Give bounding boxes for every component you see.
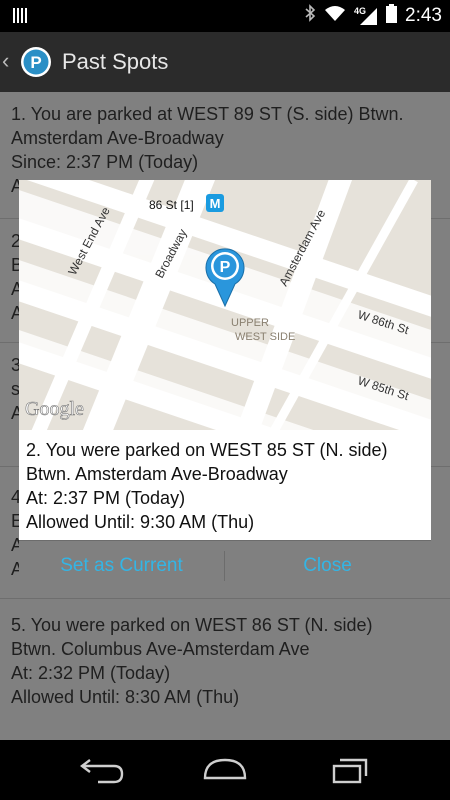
item-line: 1. You are parked at WEST 89 ST (S. side… xyxy=(11,104,404,124)
item-line: At: 2:32 PM (Today) xyxy=(11,663,171,683)
battery-icon xyxy=(386,3,398,29)
spot-info: 2. You were parked on WEST 85 ST (N. sid… xyxy=(19,430,431,540)
back-icon[interactable] xyxy=(70,754,130,786)
status-time: 2:43 xyxy=(405,5,442,26)
item-line: Amsterdam Ave-Broadway xyxy=(11,128,224,148)
spot-details-dialog: West End Ave Broadway Amsterdam Ave W 86… xyxy=(19,180,431,591)
svg-text:P: P xyxy=(30,53,41,72)
info-line: 2. You were parked on WEST 85 ST (N. sid… xyxy=(26,440,388,460)
bluetooth-icon xyxy=(304,4,316,28)
station-label: 86 St [1] xyxy=(149,198,194,212)
home-icon[interactable] xyxy=(195,754,255,786)
item-line: 5. You were parked on WEST 86 ST (N. sid… xyxy=(11,615,373,635)
wifi-icon xyxy=(324,5,346,28)
svg-text:M: M xyxy=(210,196,221,211)
svg-text:P: P xyxy=(220,259,231,276)
close-button[interactable]: Close xyxy=(225,541,430,591)
notification-bars-icon xyxy=(12,7,28,29)
item-line: Since: 2:37 PM (Today) xyxy=(11,152,199,172)
neighborhood-label: UPPER xyxy=(231,317,269,329)
item-line: Btwn. Columbus Ave-Amsterdam Ave xyxy=(11,639,310,659)
page-title: Past Spots xyxy=(62,49,169,74)
set-as-current-button[interactable]: Set as Current xyxy=(19,541,224,591)
status-bar: 4G 2:43 xyxy=(0,0,450,32)
info-line: Btwn. Amsterdam Ave-Broadway xyxy=(26,464,288,484)
chevron-left-icon[interactable]: ‹ xyxy=(2,48,9,74)
dialog-button-bar: Set as Current Close xyxy=(19,540,431,591)
item-line: Allowed Until: 8:30 AM (Thu) xyxy=(11,687,240,707)
parking-logo-icon[interactable]: P xyxy=(20,46,52,78)
map-view[interactable]: West End Ave Broadway Amsterdam Ave W 86… xyxy=(19,180,431,430)
cell-signal-icon: 4G xyxy=(354,6,378,26)
recents-icon[interactable] xyxy=(320,754,380,786)
list-item[interactable]: 5. You were parked on WEST 86 ST (N. sid… xyxy=(0,598,450,741)
map-canvas[interactable]: West End Ave Broadway Amsterdam Ave W 86… xyxy=(19,180,431,430)
neighborhood-label: WEST SIDE xyxy=(235,331,295,343)
metro-icon: M xyxy=(206,194,224,212)
google-logo: Google xyxy=(25,398,84,420)
info-line: Allowed Until: 9:30 AM (Thu) xyxy=(26,512,255,532)
navigation-bar xyxy=(0,740,450,800)
action-bar: ‹ P Past Spots xyxy=(0,32,450,92)
info-line: At: 2:37 PM (Today) xyxy=(26,488,186,508)
